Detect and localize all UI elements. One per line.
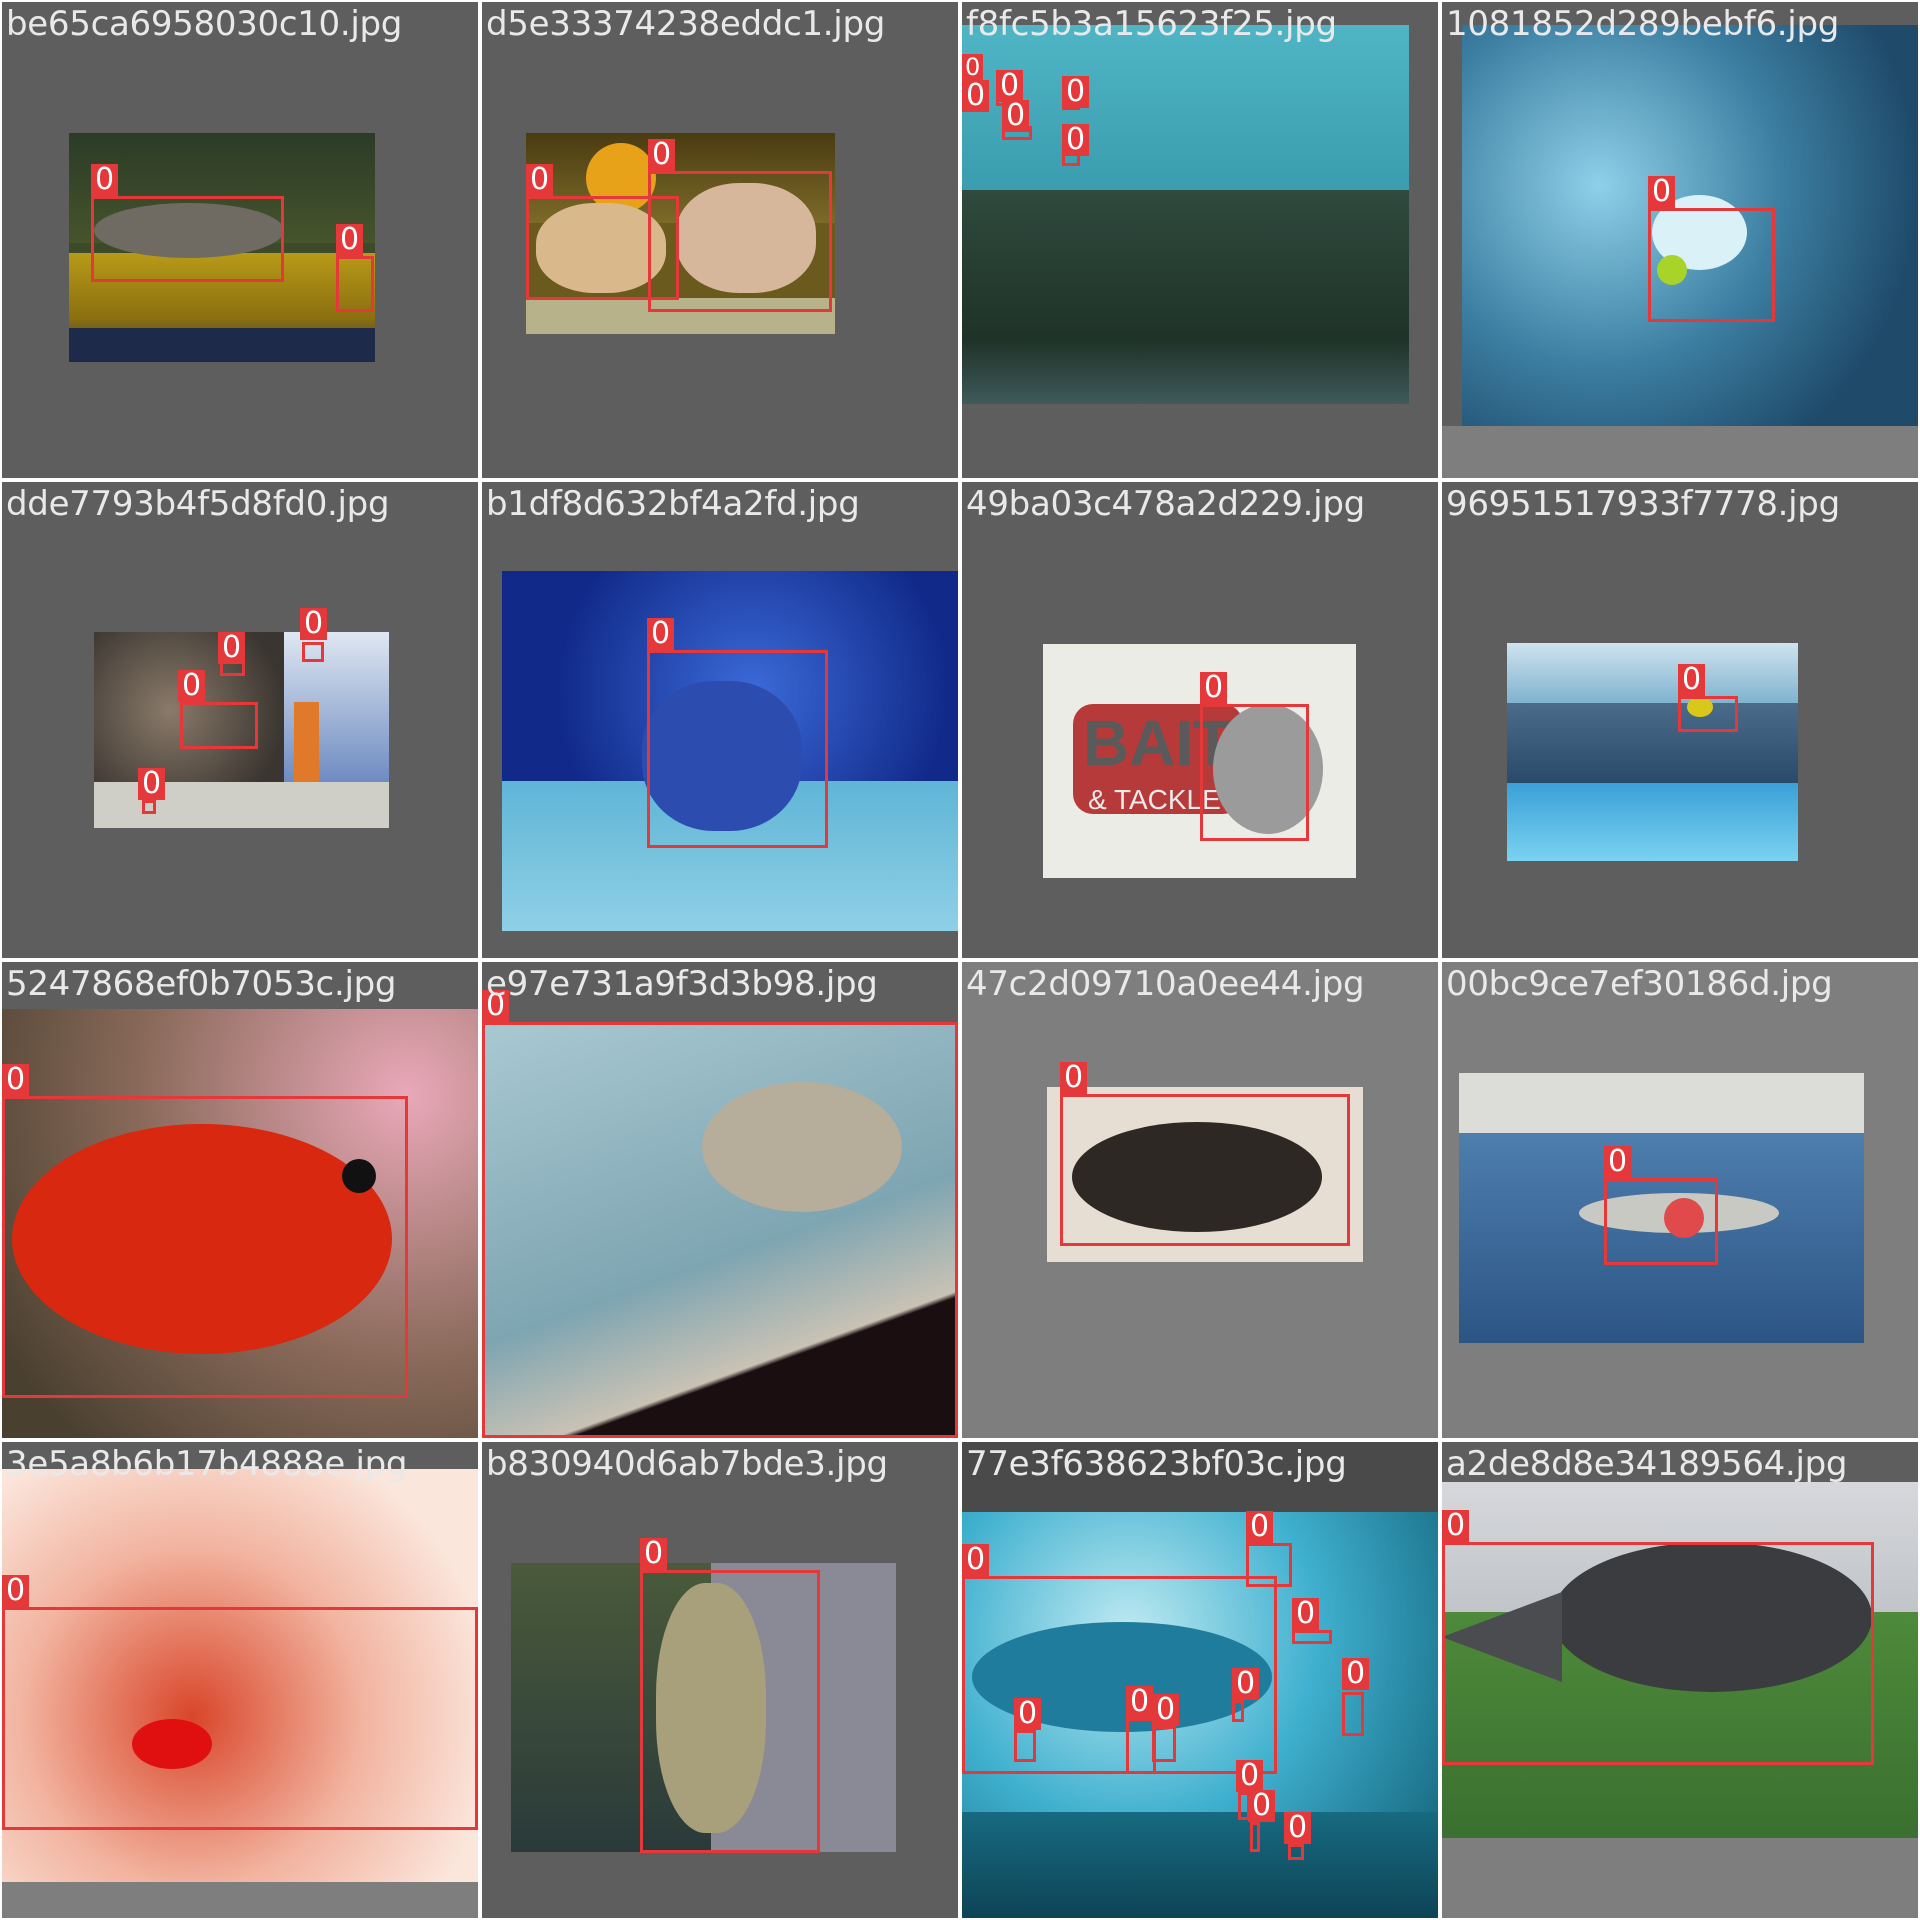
tile-dde7793b4f5d8fd0[interactable]: 0 0 0 0 dde7793b4f5d8fd0.jpg (2, 482, 478, 958)
tile-filename: a2de8d8e34189564.jpg (1446, 1444, 1848, 1484)
detection-label: 0 (1232, 1668, 1260, 1700)
detection-label: 0 (1002, 100, 1030, 132)
detection-mosaic: 0 0 be65ca6958030c10.jpg 0 0 d5e33374238… (0, 0, 1920, 1920)
detection-label: 0 (336, 224, 364, 256)
detection-label: 0 (1200, 672, 1228, 704)
detection-box (482, 1022, 958, 1438)
tile-49ba03c478a2d229[interactable]: BAIT & TACKLE 0 49ba03c478a2d229.jpg (962, 482, 1438, 958)
tile-filename: 1081852d289bebf6.jpg (1446, 4, 1840, 44)
detection-box (1678, 696, 1738, 732)
detection-label: 0 (2, 1575, 30, 1607)
tile-filename: b830940d6ab7bde3.jpg (486, 1444, 888, 1484)
detection-box (142, 800, 156, 814)
tile-filename: 49ba03c478a2d229.jpg (966, 484, 1365, 524)
detection-box (1152, 1726, 1176, 1762)
tile-filename: e97e731a9f3d3b98.jpg (486, 964, 878, 1004)
detection-label: 0 (1062, 76, 1090, 108)
tile-d5e33374238eddc1[interactable]: 0 0 d5e33374238eddc1.jpg (482, 2, 958, 478)
detection-box (1342, 1692, 1364, 1736)
detection-label: 0 (1246, 1511, 1274, 1543)
detection-label: 0 (1648, 176, 1676, 208)
detection-label: 0 (1678, 664, 1706, 696)
detection-label: 0 (1152, 1694, 1180, 1726)
tile-filename: 5247868ef0b7053c.jpg (6, 964, 397, 1004)
tile-filename: f8fc5b3a15623f25.jpg (966, 4, 1337, 44)
tile-1081852d289bebf6[interactable]: 0 1081852d289bebf6.jpg (1442, 2, 1918, 478)
detection-label: 0 (648, 139, 676, 171)
tile-b830940d6ab7bde3[interactable]: 0 b830940d6ab7bde3.jpg (482, 1442, 958, 1918)
detection-box (1246, 1543, 1292, 1587)
detection-label: 0 (1284, 1812, 1312, 1844)
detection-label: 0 (218, 632, 246, 664)
detection-box (1292, 1630, 1332, 1644)
tile-filename: dde7793b4f5d8fd0.jpg (6, 484, 390, 524)
detection-label: 0 (1292, 1598, 1320, 1630)
tile-3e5a8b6b17b4888e[interactable]: 0 3e5a8b6b17b4888e.jpg (2, 1442, 478, 1918)
tile-filename: 00bc9ce7ef30186d.jpg (1446, 964, 1833, 1004)
detection-box (647, 650, 828, 848)
tile-filename: be65ca6958030c10.jpg (6, 4, 403, 44)
detection-label: 0 (1442, 1510, 1470, 1542)
tile-filename: 3e5a8b6b17b4888e.jpg (6, 1444, 408, 1484)
tile-filename: b1df8d632bf4a2fd.jpg (486, 484, 860, 524)
detection-label: 0 (1062, 124, 1090, 156)
detection-label: 0 (640, 1538, 668, 1570)
tile-image (1507, 643, 1798, 861)
tile-e97e731a9f3d3b98[interactable]: 0 e97e731a9f3d3b98.jpg (482, 962, 958, 1438)
tile-filename: 96951517933f7778.jpg (1446, 484, 1840, 524)
detection-box (1060, 1094, 1350, 1246)
tile-be65ca6958030c10[interactable]: 0 0 be65ca6958030c10.jpg (2, 2, 478, 478)
detection-label: 0 (962, 54, 984, 80)
tile-77e3f638623bf03c[interactable]: 0 0 0 0 0 0 0 0 0 0 0 77e3f638623bf03c.j… (962, 1442, 1438, 1918)
tile-b1df8d632bf4a2fd[interactable]: 0 b1df8d632bf4a2fd.jpg (482, 482, 958, 958)
detection-box (1014, 1730, 1036, 1762)
detection-label: 0 (300, 608, 328, 640)
detection-label: 0 (1604, 1146, 1632, 1178)
detection-label: 0 (1126, 1686, 1154, 1718)
detection-label: 0 (526, 164, 554, 196)
tile-filename: 47c2d09710a0ee44.jpg (966, 964, 1365, 1004)
detection-box (1288, 1844, 1304, 1860)
detection-box (302, 642, 324, 662)
detection-box (962, 1576, 1277, 1774)
detection-box (2, 1607, 478, 1830)
detection-label: 0 (1342, 1658, 1370, 1690)
detection-label: 0 (1014, 1698, 1042, 1730)
detection-label: 0 (91, 164, 119, 196)
detection-box (1200, 704, 1309, 841)
detection-box (648, 171, 832, 312)
tile-image (962, 25, 1409, 404)
detection-box (1442, 1542, 1874, 1765)
tile-96951517933f7778[interactable]: 0 96951517933f7778.jpg (1442, 482, 1918, 958)
detection-box (1250, 1822, 1260, 1852)
tile-a2de8d8e34189564[interactable]: 0 a2de8d8e34189564.jpg (1442, 1442, 1918, 1918)
tile-00bc9ce7ef30186d[interactable]: 0 00bc9ce7ef30186d.jpg (1442, 962, 1918, 1438)
detection-box (1232, 1700, 1244, 1722)
tile-5247868ef0b7053c[interactable]: 0 5247868ef0b7053c.jpg (2, 962, 478, 1438)
detection-box (180, 702, 258, 749)
tile-47c2d09710a0ee44[interactable]: 0 47c2d09710a0ee44.jpg (962, 962, 1438, 1438)
detection-label: 0 (962, 1544, 990, 1576)
detection-label: 0 (962, 80, 990, 112)
detection-label: 0 (1248, 1790, 1276, 1822)
detection-box (1604, 1178, 1718, 1265)
tile-filename: 77e3f638623bf03c.jpg (966, 1444, 1347, 1484)
detection-box (640, 1570, 820, 1853)
detection-label: 0 (178, 670, 206, 702)
detection-box (336, 256, 374, 312)
tile-f8fc5b3a15623f25[interactable]: 0 0 0 0 0 0 f8fc5b3a15623f25.jpg (962, 2, 1438, 478)
detection-label: 0 (647, 618, 675, 650)
detection-box (91, 196, 284, 282)
detection-box (1648, 208, 1775, 322)
detection-label: 0 (138, 768, 166, 800)
tile-filename: d5e33374238eddc1.jpg (486, 4, 886, 44)
detection-box (2, 1096, 408, 1398)
detection-label: 0 (1060, 1062, 1088, 1094)
detection-label: 0 (2, 1064, 30, 1096)
